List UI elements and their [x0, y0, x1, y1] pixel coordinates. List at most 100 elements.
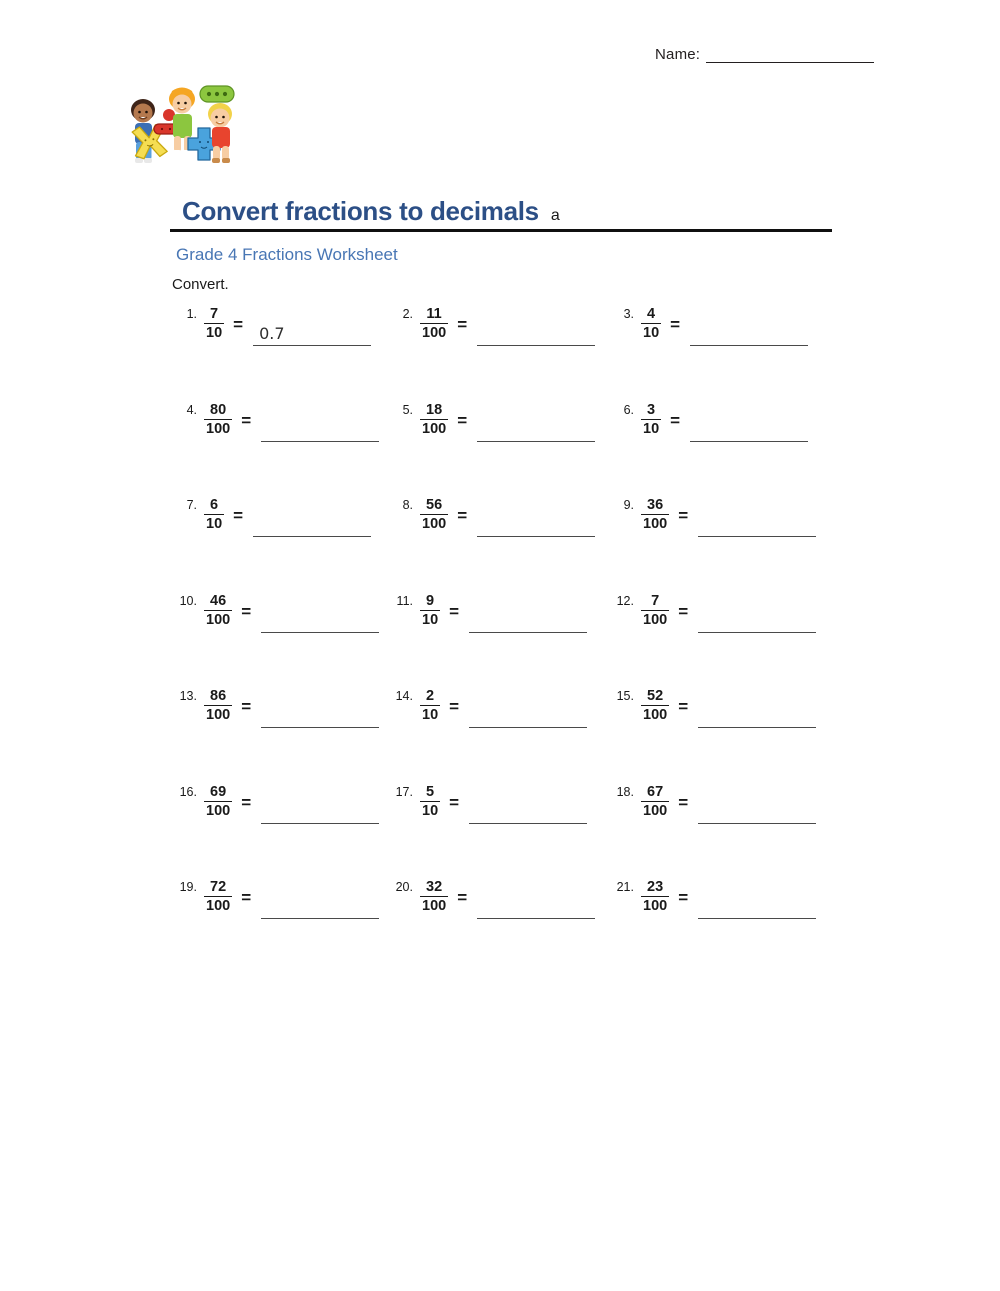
- fraction-bar: [641, 896, 670, 898]
- problem-number: 18.: [616, 784, 634, 799]
- fraction: 32 100: [420, 879, 449, 915]
- fraction-bar: [204, 514, 225, 516]
- problem-item: 16. 69 100 =: [175, 784, 380, 824]
- problem-number: 20.: [395, 880, 413, 894]
- fraction-bar: [420, 896, 449, 898]
- equals-sign: =: [678, 697, 689, 716]
- problem-number: 7.: [186, 498, 197, 512]
- name-label: Name:: [655, 46, 701, 63]
- child-right: [208, 103, 232, 163]
- answer-field[interactable]: [698, 507, 817, 537]
- answer-blank-line: [477, 536, 596, 537]
- equals-sign: =: [670, 410, 681, 430]
- answer-field[interactable]: [261, 603, 380, 633]
- fraction-numerator: 86: [210, 688, 227, 704]
- fraction-bar: [641, 800, 670, 802]
- fraction: 69 100: [204, 784, 233, 819]
- fraction-numerator: 2: [426, 688, 435, 704]
- fraction: 46 100: [204, 592, 233, 628]
- fraction-bar: [420, 609, 441, 611]
- fraction-bar: [204, 896, 233, 898]
- fraction-denominator: 100: [422, 898, 447, 915]
- fraction-numerator: 80: [210, 401, 227, 418]
- answer-field[interactable]: [253, 507, 372, 537]
- answer-blank-line: [469, 631, 588, 633]
- answer-blank-line: [698, 631, 817, 633]
- answer-field[interactable]: 0.7: [253, 316, 372, 346]
- equals-sign: =: [241, 410, 252, 430]
- problem-row: 10. 46 100 = 11. 9 10 = 12. 7 100 =: [0, 593, 1000, 689]
- equals-sign: =: [241, 888, 252, 907]
- fraction-denominator: 100: [206, 611, 231, 628]
- page-title: Convert fractions to decimals: [182, 196, 539, 226]
- answer-field[interactable]: [261, 698, 380, 728]
- answer-field[interactable]: [477, 316, 596, 346]
- fraction-numerator: 4: [647, 306, 656, 322]
- equals-sign: =: [457, 410, 468, 430]
- fraction-bar: [641, 514, 670, 516]
- problem-number: 10.: [179, 593, 197, 608]
- answer-field[interactable]: [469, 698, 588, 728]
- name-input-blank[interactable]: [706, 47, 875, 63]
- problem-item: 11. 9 10 =: [391, 592, 588, 633]
- answer-field[interactable]: [477, 507, 596, 537]
- answer-field[interactable]: [698, 794, 817, 824]
- problem-number: 5.: [402, 402, 413, 417]
- equals-sign: =: [678, 888, 689, 907]
- problem-number: 4.: [186, 402, 197, 417]
- answer-field[interactable]: [698, 889, 817, 919]
- problem-item: 8. 56 100 =: [391, 497, 596, 537]
- answer-field[interactable]: [469, 603, 588, 633]
- fraction: 36 100: [641, 497, 670, 532]
- problem-item: 3. 4 10 =: [612, 306, 809, 346]
- fraction-denominator: 10: [206, 516, 223, 533]
- answer-field[interactable]: [698, 698, 817, 728]
- title-line: Convert fractions to decimals a: [170, 196, 832, 227]
- equals-sign: =: [457, 888, 468, 907]
- problem-number: 9.: [623, 498, 634, 512]
- fraction: 52 100: [641, 688, 670, 724]
- problem-number: 3.: [623, 307, 634, 321]
- answer-field[interactable]: [261, 889, 380, 919]
- equals-sign: =: [457, 506, 468, 525]
- fraction-denominator: 10: [643, 325, 660, 342]
- fraction-bar: [204, 323, 225, 325]
- name-field[interactable]: Name:: [655, 46, 875, 63]
- problem-row: 1. 7 10 = 0.7 2. 11 100 = 3. 4 10 =: [0, 306, 1000, 402]
- equals-sign: =: [233, 315, 244, 334]
- fraction-numerator: 72: [210, 879, 227, 895]
- answer-field[interactable]: [690, 412, 809, 442]
- fraction-bar: [641, 705, 670, 707]
- fraction-bar: [641, 418, 662, 420]
- worksheet-subtitle: Grade 4 Fractions Worksheet: [176, 245, 398, 264]
- answer-field[interactable]: [698, 603, 817, 633]
- answer-field[interactable]: [690, 316, 809, 346]
- fraction-numerator: 3: [647, 401, 656, 418]
- problem-number: 13.: [179, 689, 197, 703]
- fraction: 9 10: [420, 592, 441, 628]
- fraction: 67 100: [641, 784, 670, 819]
- fraction: 4 10: [641, 306, 662, 342]
- fraction-denominator: 100: [206, 802, 231, 819]
- answer-field[interactable]: [261, 412, 380, 442]
- fraction-denominator: 100: [422, 325, 447, 342]
- fraction-denominator: 100: [643, 611, 668, 628]
- answer-blank-line: [261, 440, 380, 442]
- fraction-denominator: 100: [643, 707, 668, 724]
- fraction-numerator: 5: [426, 783, 435, 800]
- answer-value[interactable]: 0.7: [259, 324, 284, 343]
- problem-number: 19.: [179, 880, 197, 894]
- answer-blank-line: [253, 345, 372, 346]
- answer-field[interactable]: [477, 889, 596, 919]
- equals-sign: =: [678, 792, 689, 812]
- problem-row: 13. 86 100 = 14. 2 10 = 15. 52 100 =: [0, 688, 1000, 784]
- answer-field[interactable]: [477, 412, 596, 442]
- problem-number: 16.: [179, 784, 197, 799]
- fraction-numerator: 9: [426, 592, 435, 609]
- fraction-numerator: 46: [210, 592, 227, 609]
- equals-sign: =: [233, 506, 244, 525]
- answer-field[interactable]: [469, 794, 588, 824]
- fraction: 5 10: [420, 783, 441, 819]
- answer-field[interactable]: [261, 794, 380, 824]
- fraction-numerator: 18: [426, 401, 443, 418]
